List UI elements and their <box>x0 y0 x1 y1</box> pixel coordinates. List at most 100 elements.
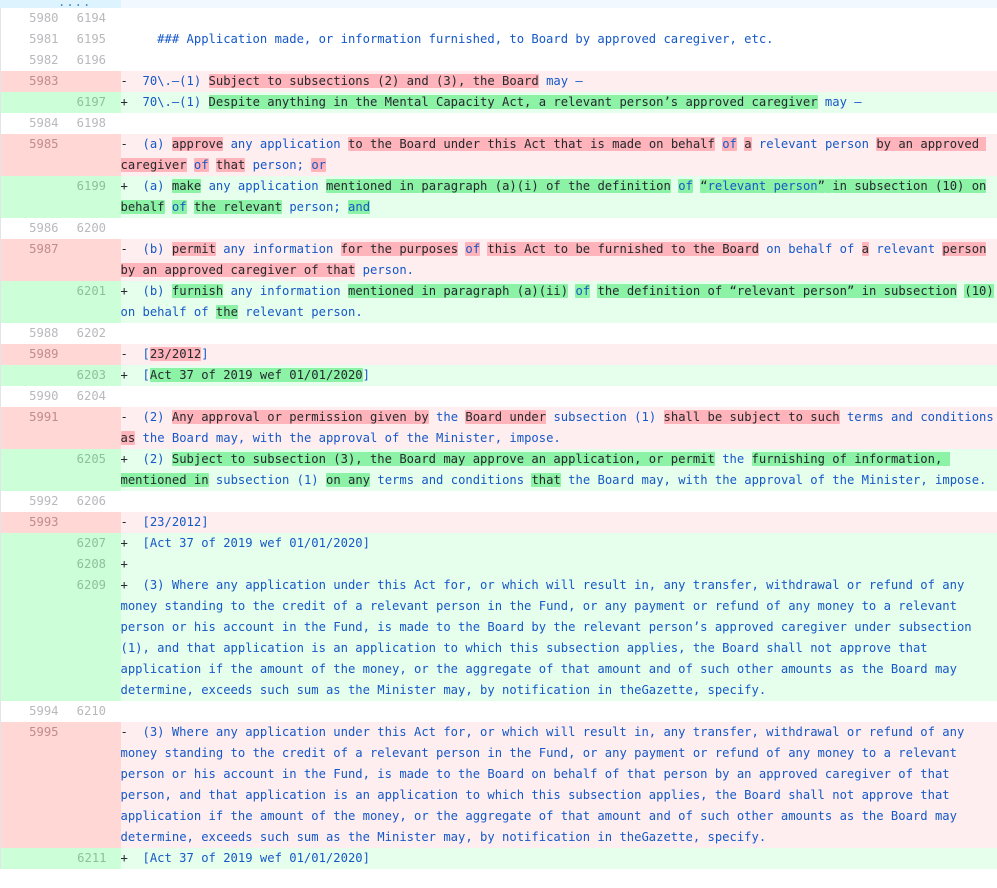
new-line-number[interactable]: 6199 <box>59 176 107 218</box>
diff-line-content[interactable]: +70\.—(1) Despite anything in the Mental… <box>121 92 997 113</box>
old-line-number[interactable] <box>1 533 59 554</box>
old-line-number[interactable]: 5987 <box>1 239 59 281</box>
old-line-number[interactable]: 5980 <box>1 8 59 29</box>
old-line-number[interactable]: 5989 <box>1 344 59 365</box>
hunk-header-row[interactable]: .... <box>0 0 997 8</box>
old-line-number[interactable] <box>1 92 59 113</box>
new-line-number[interactable]: 6211 <box>59 848 107 869</box>
old-line-number[interactable] <box>1 365 59 386</box>
changed-word-span: as <box>121 431 136 445</box>
diff-line-content[interactable] <box>121 50 997 71</box>
diff-line-content[interactable] <box>121 386 997 407</box>
diff-line-content[interactable] <box>121 113 997 134</box>
old-line-number[interactable]: 5985 <box>1 134 59 176</box>
new-line-number[interactable] <box>59 722 107 848</box>
diff-line-content[interactable]: +[Act 37 of 2019 wef 01/01/2020] <box>121 365 997 386</box>
old-line-number[interactable]: 5981 <box>1 29 59 50</box>
diff-line-content[interactable]: -(2) Any approval or permission given by… <box>121 407 997 449</box>
old-line-number[interactable] <box>1 449 59 491</box>
new-line-number[interactable]: 6194 <box>59 8 107 29</box>
new-line-number[interactable] <box>59 512 107 533</box>
unchanged-text-span: any information <box>223 242 333 256</box>
new-line-number[interactable]: 6200 <box>59 218 107 239</box>
diff-row-context: 59826196 <box>1 50 997 71</box>
diff-line-marker: + <box>121 92 143 113</box>
new-line-number[interactable]: 6210 <box>59 701 107 722</box>
new-line-number[interactable] <box>59 71 107 92</box>
old-line-number[interactable]: 5994 <box>1 701 59 722</box>
old-line-number[interactable]: 5984 <box>1 113 59 134</box>
unchanged-text-span: subsection (1) <box>216 473 319 487</box>
old-line-number[interactable] <box>1 848 59 869</box>
unchanged-text-span <box>209 473 216 487</box>
unchanged-text-span: (b) <box>143 284 172 298</box>
diff-line-marker <box>121 29 143 50</box>
changed-word-span: of <box>465 242 480 256</box>
changed-word-span: ” <box>818 179 825 193</box>
diff-line-content[interactable]: -70\.—(1) Subject to subsections (2) and… <box>121 71 997 92</box>
new-line-number[interactable] <box>59 407 107 449</box>
new-line-number[interactable] <box>59 344 107 365</box>
unchanged-text-span: may — <box>825 95 862 109</box>
old-line-number[interactable] <box>1 176 59 218</box>
diff-line-content[interactable] <box>121 491 997 512</box>
old-line-number[interactable] <box>1 575 59 701</box>
diff-line-content[interactable] <box>121 323 997 344</box>
new-line-number[interactable]: 6207 <box>59 533 107 554</box>
new-line-number[interactable]: 6208 <box>59 554 107 575</box>
diff-line-content[interactable]: +(3) Where any application under this Ac… <box>121 575 997 701</box>
new-line-number[interactable]: 6202 <box>59 323 107 344</box>
unchanged-text-span: (2) <box>143 452 172 466</box>
changed-word-span: person <box>942 242 986 256</box>
diff-line-content[interactable] <box>121 701 997 722</box>
diff-line-content[interactable]: +[Act 37 of 2019 wef 01/01/2020] <box>121 848 997 869</box>
new-line-number[interactable]: 6209 <box>59 575 107 701</box>
old-line-number[interactable]: 5992 <box>1 491 59 512</box>
new-line-number[interactable] <box>59 134 107 176</box>
diff-line-content[interactable]: -[23/2012] <box>121 344 997 365</box>
diff-line-content[interactable]: ### Application made, or information fur… <box>121 29 997 50</box>
old-line-number[interactable]: 5995 <box>1 722 59 848</box>
new-line-number[interactable]: 6201 <box>59 281 107 323</box>
old-line-number[interactable]: 5991 <box>1 407 59 449</box>
unchanged-text-span: ] <box>201 347 208 361</box>
new-line-number[interactable]: 6204 <box>59 386 107 407</box>
diff-line-content[interactable] <box>121 218 997 239</box>
old-line-number[interactable]: 5990 <box>1 386 59 407</box>
new-line-number[interactable]: 6198 <box>59 113 107 134</box>
diff-line-content[interactable]: -(3) Where any application under this Ac… <box>121 722 997 848</box>
old-line-number[interactable]: 5988 <box>1 323 59 344</box>
gutter-spacer <box>107 239 121 281</box>
new-line-number[interactable]: 6206 <box>59 491 107 512</box>
changed-word-span: shall be subject to such <box>664 410 840 424</box>
diff-line-content[interactable]: -(a) approve any application to the Boar… <box>121 134 997 176</box>
diff-row-deletion: 5987 -(b) permit any information for the … <box>1 239 997 281</box>
unchanged-text-span: the Board may, with the approval of the … <box>568 473 986 487</box>
hunk-collapsed-marker: .... <box>58 0 91 8</box>
diff-line-content[interactable]: +(b) furnish any information mentioned i… <box>121 281 997 323</box>
diff-line-content[interactable]: -(b) permit any information for the purp… <box>121 239 997 281</box>
new-line-number[interactable]: 6203 <box>59 365 107 386</box>
new-line-number[interactable]: 6195 <box>59 29 107 50</box>
old-line-number[interactable]: 5986 <box>1 218 59 239</box>
diff-line-content[interactable]: +(2) Subject to subsection (3), the Boar… <box>121 449 997 491</box>
old-line-number[interactable] <box>1 554 59 575</box>
diff-line-content[interactable]: -[23/2012] <box>121 512 997 533</box>
old-line-number[interactable]: 5982 <box>1 50 59 71</box>
diff-line-text: (2) Subject to subsection (3), the Board… <box>121 452 987 487</box>
new-line-number[interactable] <box>59 239 107 281</box>
unchanged-text-span: (2) <box>143 410 172 424</box>
gutter-spacer <box>107 386 121 407</box>
new-line-number[interactable]: 6205 <box>59 449 107 491</box>
new-line-number[interactable]: 6197 <box>59 92 107 113</box>
old-line-number[interactable] <box>1 281 59 323</box>
old-line-number[interactable]: 5983 <box>1 71 59 92</box>
gutter-spacer <box>107 29 121 50</box>
diff-line-content[interactable] <box>121 8 997 29</box>
changed-word-span: and <box>348 200 370 214</box>
new-line-number[interactable]: 6196 <box>59 50 107 71</box>
old-line-number[interactable]: 5993 <box>1 512 59 533</box>
diff-line-content[interactable]: + <box>121 554 997 575</box>
diff-line-content[interactable]: +(a) make any application mentioned in p… <box>121 176 997 218</box>
diff-line-content[interactable]: +[Act 37 of 2019 wef 01/01/2020] <box>121 533 997 554</box>
